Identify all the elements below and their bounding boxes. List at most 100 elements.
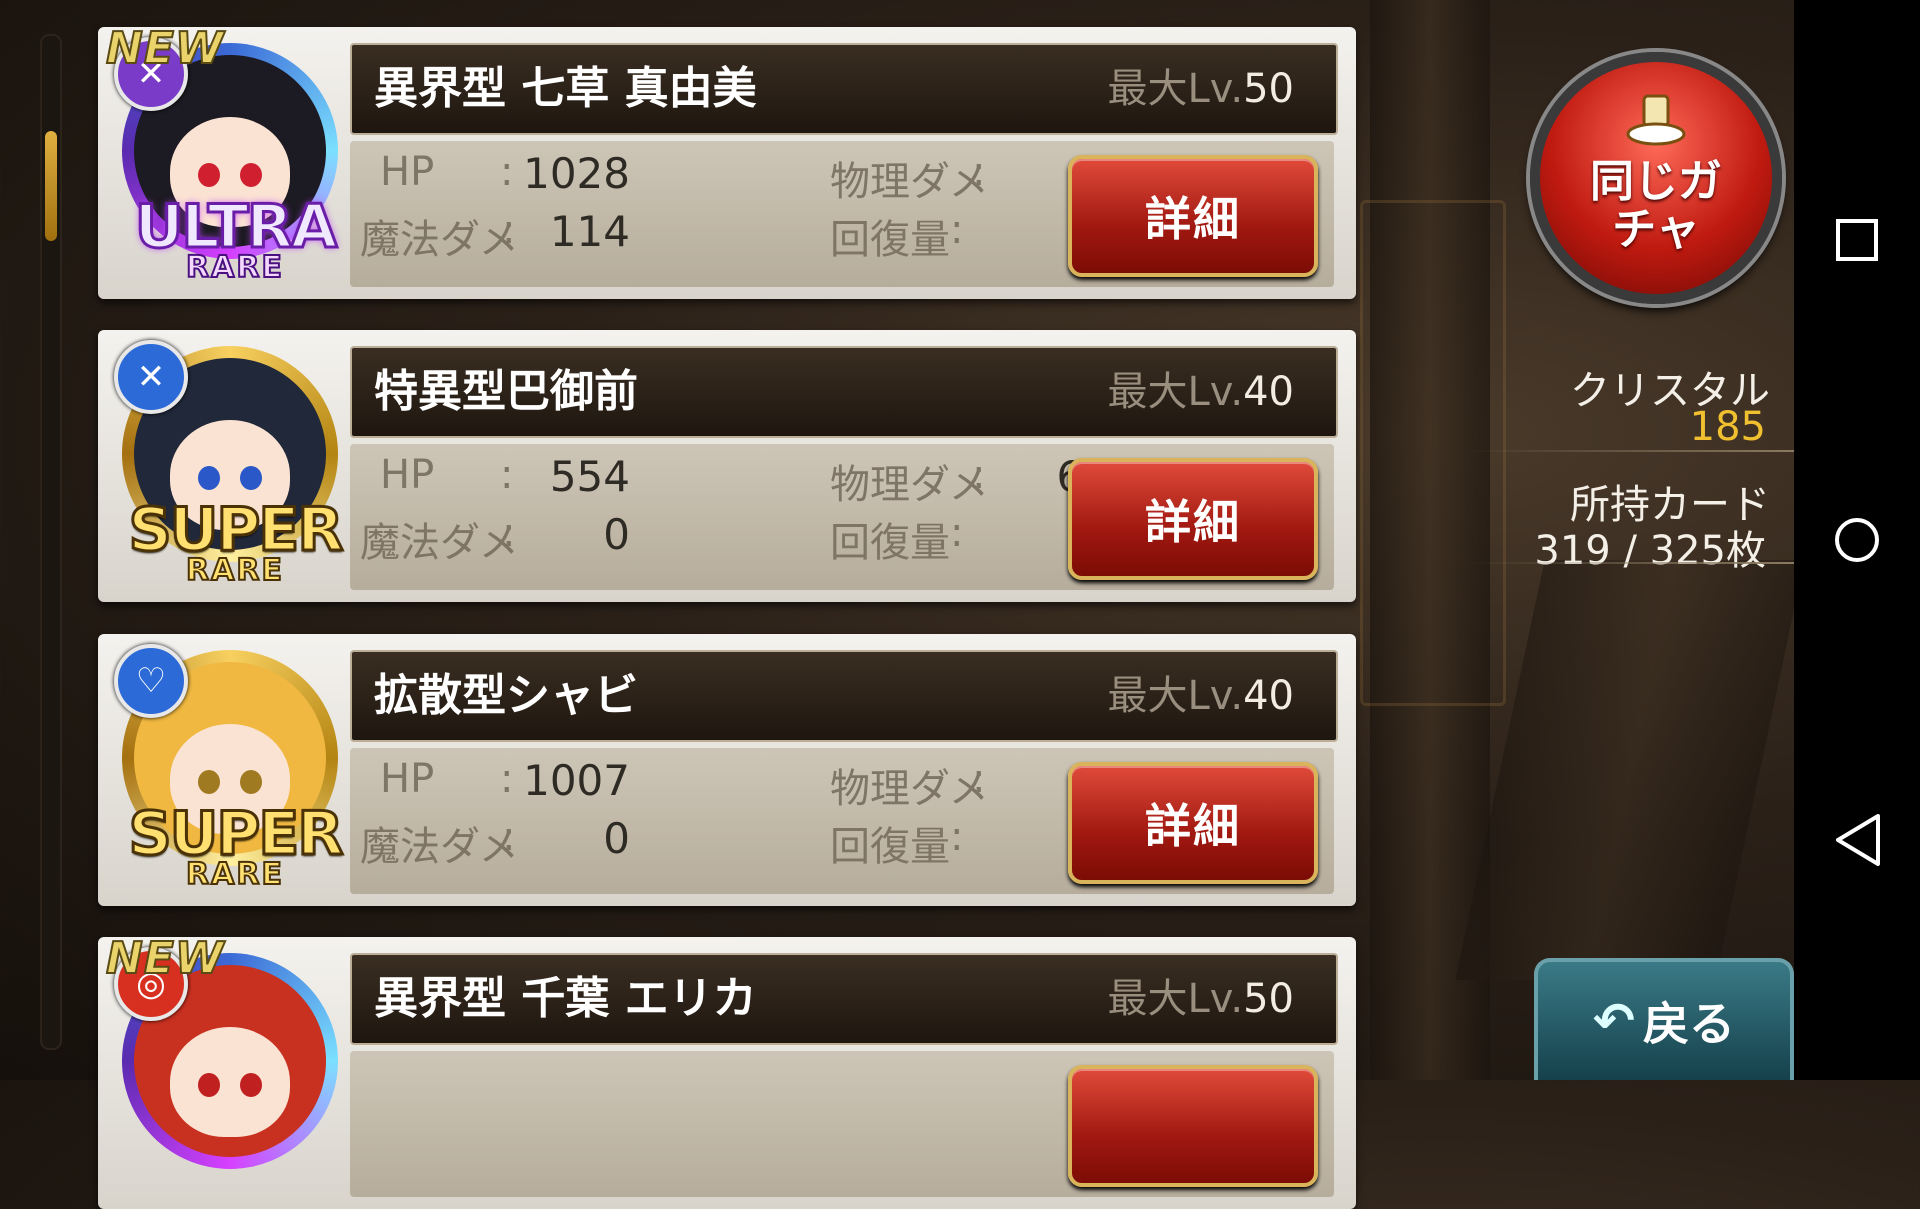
gacha-machine-icon	[1626, 94, 1686, 146]
stat-colon: :	[502, 510, 516, 556]
name-bar: 異界型 千葉 エリカ 最大Lv.50	[350, 953, 1338, 1045]
recent-apps-button[interactable]	[1794, 210, 1920, 270]
eye	[240, 163, 262, 187]
character-portrait: ✕ NEW ULTRA RARE	[104, 22, 366, 297]
max-level-label: 最大Lv.	[1107, 673, 1244, 719]
crystal-value: 185	[1689, 404, 1766, 450]
stat-hp: 1007	[523, 756, 630, 805]
stat-colon: :	[950, 510, 964, 556]
same-gacha-button[interactable]: 同じガチャ	[1530, 52, 1782, 304]
rarity-main-text: SUPER	[127, 495, 345, 565]
max-level-label: 最大Lv.	[1107, 66, 1244, 112]
character-portrait: ♡ SUPER RARE	[104, 636, 366, 904]
stat-phys-label: 物理ダメ	[830, 462, 989, 508]
stat-colon: :	[500, 756, 514, 802]
max-level-value: 40	[1243, 369, 1294, 415]
divider	[1470, 562, 1794, 564]
stat-magic: 0	[603, 510, 630, 559]
scrollbar-thumb[interactable]	[45, 131, 57, 241]
rarity-badge: ULTRA RARE	[104, 192, 366, 284]
rarity-badge: SUPER RARE	[104, 495, 366, 587]
triangle-back-icon	[1836, 814, 1880, 866]
max-level: 最大Lv.50	[1108, 45, 1294, 133]
divider	[1470, 450, 1794, 452]
rarity-main-text: SUPER	[127, 799, 345, 869]
stat-colon: :	[972, 452, 986, 498]
max-level: 最大Lv.40	[1108, 652, 1294, 740]
back-button[interactable]: ↶ 戻る	[1534, 958, 1794, 1080]
max-level-value: 50	[1243, 976, 1294, 1022]
detail-label: 詳細	[1145, 192, 1241, 246]
character-name: 異界型 千葉 エリカ	[374, 973, 757, 1024]
back-nav-button[interactable]	[1794, 810, 1920, 870]
stat-hp: 554	[549, 452, 630, 501]
detail-button[interactable]: 詳細	[1068, 155, 1318, 277]
character-name: 特異型巴御前	[374, 366, 638, 417]
stat-hp: 1028	[523, 149, 630, 198]
return-arrow-icon: ↶	[1593, 992, 1635, 1050]
circle-icon	[1835, 518, 1879, 562]
list-scrollbar[interactable]	[40, 34, 62, 1050]
system-nav-bar	[1794, 0, 1920, 1080]
eye	[198, 163, 220, 187]
eye	[198, 466, 220, 490]
eye	[198, 770, 220, 794]
detail-button[interactable]: 詳細	[1068, 458, 1318, 580]
stat-colon: :	[972, 149, 986, 195]
back-label: 戻る	[1642, 997, 1735, 1051]
stat-heal-label: 回復量	[830, 217, 950, 263]
square-icon	[1836, 219, 1878, 261]
stat-colon: :	[950, 207, 964, 253]
max-level-value: 40	[1243, 673, 1294, 719]
stat-colon: :	[500, 452, 514, 498]
character-name: 異界型 七草 真由美	[374, 63, 757, 114]
stat-colon: :	[500, 149, 514, 195]
rarity-badge: SUPER RARE	[104, 799, 366, 891]
name-bar: 拡散型シャビ 最大Lv.40	[350, 650, 1338, 742]
eye	[198, 1073, 220, 1097]
card-list-item[interactable]: ✕ SUPER RARE 特異型巴御前 最大Lv.40 HP:554物理ダメ:6…	[98, 330, 1356, 602]
stat-colon: :	[502, 207, 516, 253]
rarity-main-text: ULTRA	[133, 192, 339, 262]
stat-colon: :	[950, 814, 964, 860]
detail-label: 詳細	[1145, 495, 1241, 549]
same-gacha-label: 同じガチャ	[1590, 156, 1722, 255]
new-badge: NEW	[105, 22, 225, 75]
stat-heal-label: 回復量	[830, 824, 950, 870]
stat-hp-label: HP	[380, 149, 435, 195]
stat-magic-label: 魔法ダメ	[360, 217, 519, 263]
max-level-label: 最大Lv.	[1107, 369, 1244, 415]
stat-phys-label: 物理ダメ	[830, 159, 989, 205]
max-level-value: 50	[1243, 66, 1294, 112]
eye	[240, 1073, 262, 1097]
detail-button[interactable]: 詳細	[1068, 762, 1318, 884]
max-level: 最大Lv.50	[1108, 955, 1294, 1043]
max-level-label: 最大Lv.	[1107, 976, 1244, 1022]
stat-magic-label: 魔法ダメ	[360, 824, 519, 870]
stat-hp-label: HP	[380, 756, 435, 802]
detail-label: 詳細	[1145, 799, 1241, 853]
stat-magic: 0	[603, 814, 630, 863]
background-pillar	[1455, 560, 1805, 980]
card-list-item[interactable]: ✕ NEW ULTRA RARE 異界型 七草 真由美 最大Lv.50 HP:1…	[98, 22, 1356, 299]
stat-magic: 114	[549, 207, 630, 256]
eye	[240, 770, 262, 794]
detail-button[interactable]	[1068, 1065, 1318, 1187]
stat-phys-label: 物理ダメ	[830, 766, 989, 812]
stat-magic-label: 魔法ダメ	[360, 520, 519, 566]
max-level: 最大Lv.40	[1108, 348, 1294, 436]
owned-cards-value: 319 / 325枚	[1534, 528, 1766, 574]
character-portrait: ✕ SUPER RARE	[104, 332, 366, 600]
card-list-item[interactable]: ◎ NEW 異界型 千葉 エリカ 最大Lv.50	[98, 932, 1356, 1209]
eye	[240, 466, 262, 490]
background-frame	[1360, 200, 1506, 706]
new-badge: NEW	[105, 932, 225, 985]
face-skin	[170, 1027, 290, 1137]
card-list-item[interactable]: ♡ SUPER RARE 拡散型シャビ 最大Lv.40 HP:1007 物理ダメ:…	[98, 634, 1356, 906]
name-bar: 特異型巴御前 最大Lv.40	[350, 346, 1338, 438]
character-name: 拡散型シャビ	[374, 670, 638, 721]
name-bar: 異界型 七草 真由美 最大Lv.50	[350, 43, 1338, 135]
character-portrait: ◎ NEW	[104, 932, 366, 1207]
stat-heal-label: 回復量	[830, 520, 950, 566]
home-button[interactable]	[1794, 510, 1920, 570]
